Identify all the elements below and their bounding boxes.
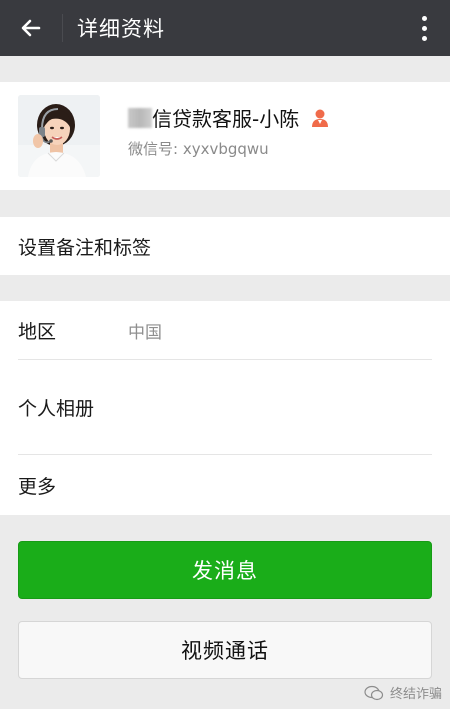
personal-album-row[interactable]: 个人相册 [0, 360, 450, 455]
wechat-id-value: xyxvbgqwu [182, 140, 269, 158]
page-title: 详细资料 [77, 17, 165, 41]
wechat-logo-icon [364, 685, 384, 700]
contact-name: 信贷款客服-小陈 [152, 107, 300, 131]
send-message-button[interactable]: 发消息 [18, 541, 432, 599]
header-divider [62, 14, 63, 42]
more-label: 更多 [18, 475, 57, 498]
avatar[interactable] [18, 95, 100, 177]
more-row[interactable]: 更多 [0, 455, 450, 515]
region-row: 地区 中国 [0, 301, 450, 360]
remark-tags-label: 设置备注和标签 [18, 236, 152, 259]
person-icon [312, 109, 329, 127]
back-button[interactable] [0, 0, 62, 56]
wechat-id-label: 微信号: [128, 140, 179, 158]
watermark-text: 终结诈骗 [389, 687, 442, 702]
top-bar: 详细资料 [0, 0, 450, 56]
region-value: 中国 [128, 323, 162, 343]
more-options-button[interactable] [412, 12, 436, 44]
personal-album-label: 个人相册 [18, 398, 95, 420]
remark-tags-row[interactable]: 设置备注和标签 [0, 217, 450, 275]
more-vertical-icon [421, 15, 427, 21]
blurred-name-prefix [128, 107, 152, 128]
watermark: 终结诈骗 [364, 683, 442, 702]
contact-name-row: 信贷款客服-小陈 [128, 103, 331, 132]
video-call-button[interactable]: 视频通话 [18, 621, 432, 679]
arrow-left-icon [21, 19, 41, 37]
profile-card[interactable]: 信贷款客服-小陈 微信号: xyxvbgqwu [0, 82, 450, 190]
wechat-id: 微信号: xyxvbgqwu [128, 138, 331, 159]
region-label: 地区 [18, 321, 57, 343]
profile-info: 信贷款客服-小陈 微信号: xyxvbgqwu [128, 103, 331, 159]
